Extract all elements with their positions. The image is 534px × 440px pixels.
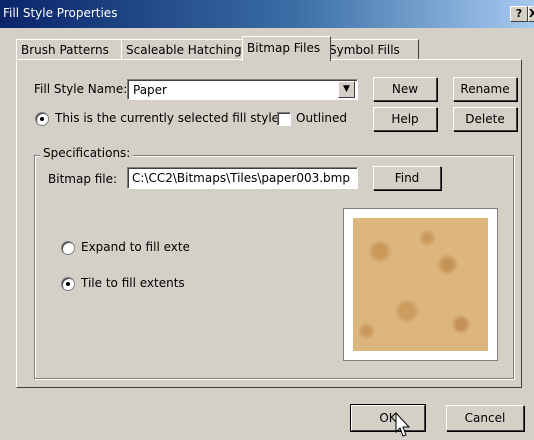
tile-radio[interactable] xyxy=(61,277,75,291)
tab-symbol-fills[interactable]: Symbol Fills xyxy=(324,39,419,60)
selected-style-radio[interactable] xyxy=(35,112,49,126)
title-bar[interactable]: Fill Style Properties ? X xyxy=(0,0,534,28)
bitmap-file-input[interactable]: C:\CC2\Bitmaps\Tiles\paper003.bmp xyxy=(127,167,358,189)
window-title: Fill Style Properties xyxy=(3,6,118,20)
paper-texture-image xyxy=(353,218,488,351)
selected-style-label: This is the currently selected fill styl… xyxy=(55,111,280,125)
mouse-pointer-icon xyxy=(395,412,411,437)
tab-brush-patterns[interactable]: Brush Patterns xyxy=(16,39,130,60)
outlined-label: Outlined xyxy=(296,111,348,125)
help-title-button[interactable]: ? xyxy=(510,6,528,22)
rename-button[interactable]: Rename xyxy=(453,77,517,101)
bitmap-file-label: Bitmap file: xyxy=(48,172,118,186)
cancel-button[interactable]: Cancel xyxy=(446,405,524,431)
bitmap-file-value: C:\CC2\Bitmaps\Tiles\paper003.bmp xyxy=(132,171,350,185)
tab-scaleable-hatching[interactable]: Scaleable Hatching xyxy=(121,39,248,60)
ok-button[interactable]: OK xyxy=(351,405,425,431)
fill-style-name-select[interactable]: Paper ▼ xyxy=(127,79,358,100)
fill-style-name-label: Fill Style Name: xyxy=(34,82,128,96)
fill-style-name-value: Paper xyxy=(133,83,167,97)
find-button[interactable]: Find xyxy=(373,166,441,190)
expand-label: Expand to fill extents xyxy=(81,240,189,254)
bitmap-preview xyxy=(343,208,498,361)
expand-radio[interactable] xyxy=(61,241,75,255)
delete-button[interactable]: Delete xyxy=(453,107,517,131)
outlined-checkbox[interactable] xyxy=(277,112,291,126)
specifications-title: Specifications: xyxy=(40,146,134,160)
tile-label: Tile to fill extents xyxy=(81,276,185,290)
tab-bitmap-files[interactable]: Bitmap Files xyxy=(242,36,331,61)
new-button[interactable]: New xyxy=(373,77,437,101)
help-button[interactable]: Help xyxy=(373,107,437,131)
close-title-button[interactable]: X xyxy=(528,6,534,22)
chevron-down-icon[interactable]: ▼ xyxy=(338,81,355,98)
